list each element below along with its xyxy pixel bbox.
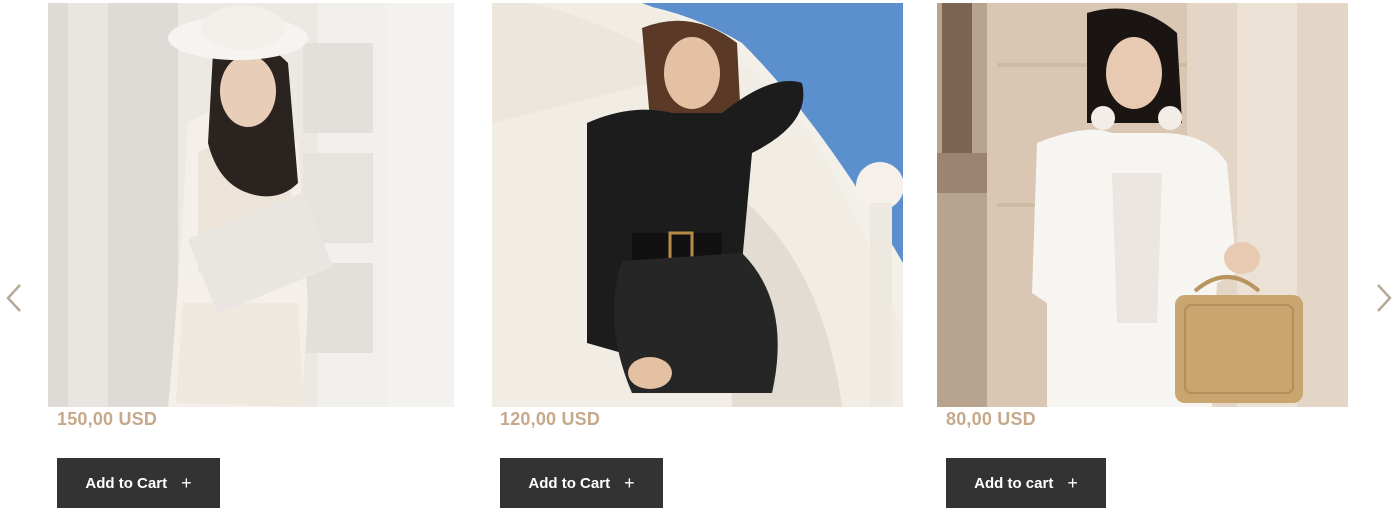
plus-icon: + (1067, 473, 1078, 493)
product-price: 80,00 USD (946, 409, 1036, 429)
product-image[interactable] (492, 3, 903, 407)
add-to-cart-button[interactable]: Add to Cart + (57, 458, 220, 508)
add-to-cart-button[interactable]: Add to cart + (946, 458, 1106, 508)
chevron-left-icon (6, 284, 21, 312)
product-image[interactable] (48, 3, 454, 407)
plus-icon: + (624, 473, 635, 493)
carousel-next-button[interactable] (1370, 282, 1398, 314)
product-image[interactable] (937, 3, 1348, 407)
product-price: 150,00 USD (57, 409, 158, 429)
plus-icon: + (181, 473, 192, 493)
product-carousel: 150,00 USD Add to Cart + 120,00 USD Add … (0, 0, 1400, 515)
product-price: 120,00 USD (500, 409, 601, 429)
button-label: Add to Cart (85, 474, 168, 492)
add-to-cart-button[interactable]: Add to Cart + (500, 458, 663, 508)
button-label: Add to cart (974, 474, 1054, 492)
chevron-right-icon (1377, 284, 1392, 312)
button-label: Add to Cart (528, 474, 611, 492)
carousel-prev-button[interactable] (0, 282, 28, 314)
